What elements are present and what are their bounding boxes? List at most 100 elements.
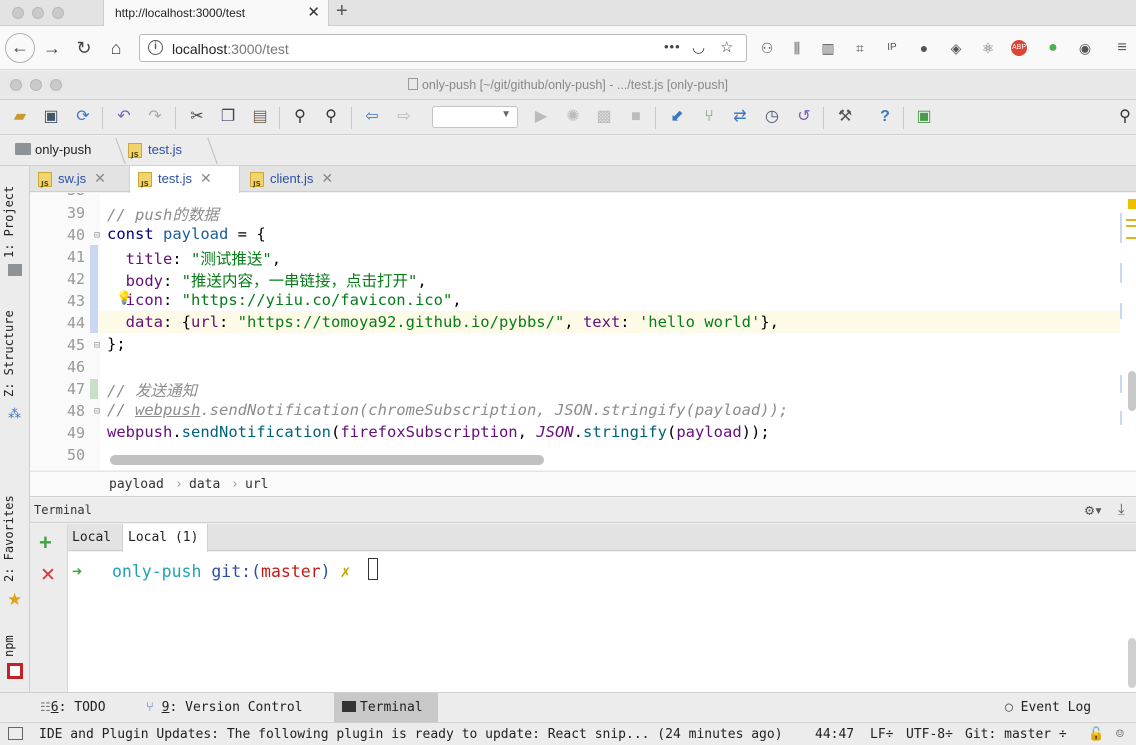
site-info-icon[interactable]: i [148,40,163,55]
terminal-tab-local[interactable]: Local [72,524,122,551]
terminal-tab-local-1[interactable]: Local (1) [122,524,208,552]
code-breadcrumb-item[interactable]: data [189,477,220,492]
home-icon[interactable]: ⌂ [102,34,130,62]
redo-icon[interactable]: ↷ [144,106,166,128]
coverage-icon[interactable]: ▩ [593,106,615,128]
tool-tab-project[interactable]: 1: Project [2,176,28,268]
status-message[interactable]: IDE and Plugin Updates: The following pl… [39,727,783,742]
warning-marker[interactable] [1128,199,1136,209]
status-circle-icon[interactable]: ● [1043,38,1063,58]
browser-tab[interactable]: http://localhost:3000/test ✕ [103,0,329,26]
close-tab-icon[interactable]: ✕ [307,3,320,21]
new-tab-icon[interactable]: + [336,0,348,23]
cut-icon[interactable]: ✂ [186,106,208,128]
gear-icon[interactable]: ⚙▾ [1085,501,1103,519]
warning-marker[interactable] [1126,225,1136,227]
vcs-update-icon[interactable]: ⬋ [666,106,688,128]
punctuation: , [517,423,537,441]
open-folder-icon[interactable]: ▰ [9,106,31,128]
breadcrumb-separator [106,138,126,164]
vertical-scrollbar[interactable] [1128,371,1136,411]
warning-marker[interactable] [1126,219,1136,221]
hide-panel-icon[interactable]: ⤓ [1118,500,1125,518]
warning-marker[interactable] [1126,237,1136,239]
window-zoom-button[interactable] [52,7,64,19]
hamburger-menu-icon[interactable]: ≡ [1112,38,1132,58]
git-branch[interactable]: Git: master ÷ [965,727,1067,742]
event-log-button[interactable]: ◯ Event Log [1005,693,1091,722]
window-minimize-button[interactable] [32,7,44,19]
undo-icon[interactable]: ↶ [113,106,135,128]
window-close-button[interactable] [12,7,24,19]
fold-icon[interactable]: ⊟ [94,340,100,351]
vcs-history-icon[interactable]: ◷ [761,106,783,128]
close-session-icon[interactable]: ✕ [40,564,56,587]
close-icon[interactable]: ✕ [321,170,333,186]
url-bar[interactable]: i localhost:3000/test ••• ◡ ☆ [139,34,747,62]
tab-test-js[interactable]: JS test.js ✕ [129,166,240,193]
screenshot-icon[interactable]: ⌗ [850,38,870,58]
lock-icon[interactable]: 🔓 [1088,727,1104,742]
ip-extension-icon[interactable]: IP [882,38,902,58]
multicolor-extension-icon[interactable]: ◉ [1075,38,1095,58]
run-icon[interactable]: ▶ [530,106,552,128]
horizontal-scrollbar[interactable] [110,455,544,465]
vcs-revert-icon[interactable]: ↺ [793,106,815,128]
copy-icon[interactable]: ❐ [217,106,239,128]
inspector-icon[interactable]: ☺ [1116,727,1124,742]
nav-forward-icon[interactable]: ⇨ [393,106,415,128]
tool-tab-structure[interactable]: Z: Structure [2,306,28,402]
breadcrumb-project[interactable]: only-push [15,142,91,157]
nav-back-icon[interactable]: ⇦ [361,106,383,128]
caret-position[interactable]: 44:47 [815,727,854,742]
terminal-scrollbar[interactable] [1128,638,1136,688]
sidebar-icon[interactable]: ▥ [818,38,838,58]
page-actions-icon[interactable]: ••• [664,39,681,54]
breadcrumb-file[interactable]: JS test.js [128,142,182,159]
code-editor[interactable]: 38 39 40 41 42 43 44 45 46 47 48 49 50 ⊟… [30,193,1136,470]
debug-icon[interactable]: ✺ [562,106,584,128]
replace-icon[interactable]: ⚲ [320,106,342,128]
tool-tab-npm[interactable]: npm [2,631,28,661]
stop-icon[interactable]: ■ [625,106,647,128]
toggle-tool-windows-icon[interactable] [8,727,23,740]
find-icon[interactable]: ⚲ [289,106,311,128]
help-icon[interactable]: ? [874,106,896,128]
close-icon[interactable]: ✕ [200,170,212,186]
file-encoding[interactable]: UTF-8÷ [906,727,953,742]
adblock-icon[interactable]: ABP [1011,40,1027,56]
add-session-icon[interactable]: + [39,530,52,556]
vcs-commit-icon[interactable]: ⑂ [698,106,720,128]
translate-extension-icon[interactable]: ◈ [946,38,966,58]
pocket-icon[interactable]: ◡ [692,38,705,56]
terminal-tool-button[interactable]: Terminal [334,693,438,722]
bookmark-star-icon[interactable]: ☆ [720,38,733,56]
sync-icon[interactable]: ⟳ [72,106,94,128]
vcs-compare-icon[interactable]: ⇄ [729,106,751,128]
fold-icon[interactable]: ⊟ [94,230,100,241]
fold-icon[interactable]: ⊟ [94,406,100,417]
todo-tool-button[interactable]: ☷6: TODO [40,693,106,722]
reload-icon[interactable]: ↻ [70,34,98,62]
settings-wrench-icon[interactable]: ⚒ [834,106,856,128]
paste-icon[interactable]: ▤ [249,106,271,128]
back-arrow-icon[interactable]: ← [5,33,35,63]
line-separator[interactable]: LF÷ [870,727,893,742]
library-icon[interactable]: ⫼ [787,38,807,58]
run-configuration-select[interactable]: ▼ [432,106,518,128]
tab-client-js[interactable]: JS client.js ✕ [250,166,370,192]
code-breadcrumb-item[interactable]: url [245,477,268,492]
plugin-icon[interactable]: ▣ [913,106,935,128]
tab-sw-js[interactable]: JS sw.js ✕ [38,166,130,192]
tool-tab-favorites[interactable]: 2: Favorites [2,489,28,589]
save-icon[interactable]: ▣ [40,106,62,128]
version-control-tool-button[interactable]: ⑂ 9: Version Control [146,693,303,722]
reader-icon[interactable]: ⚇ [757,38,777,58]
search-everywhere-icon[interactable]: ⚲ [1114,106,1136,128]
react-extension-icon[interactable]: ⚛ [978,38,998,58]
code-breadcrumb-item[interactable]: payload [109,477,164,492]
terminal-output[interactable]: ➜ only-push git:(master) ✗ [68,552,1136,692]
extension-badge-icon[interactable]: ● [914,38,934,58]
close-icon[interactable]: ✕ [94,170,106,186]
forward-arrow-icon[interactable]: → [38,34,66,62]
